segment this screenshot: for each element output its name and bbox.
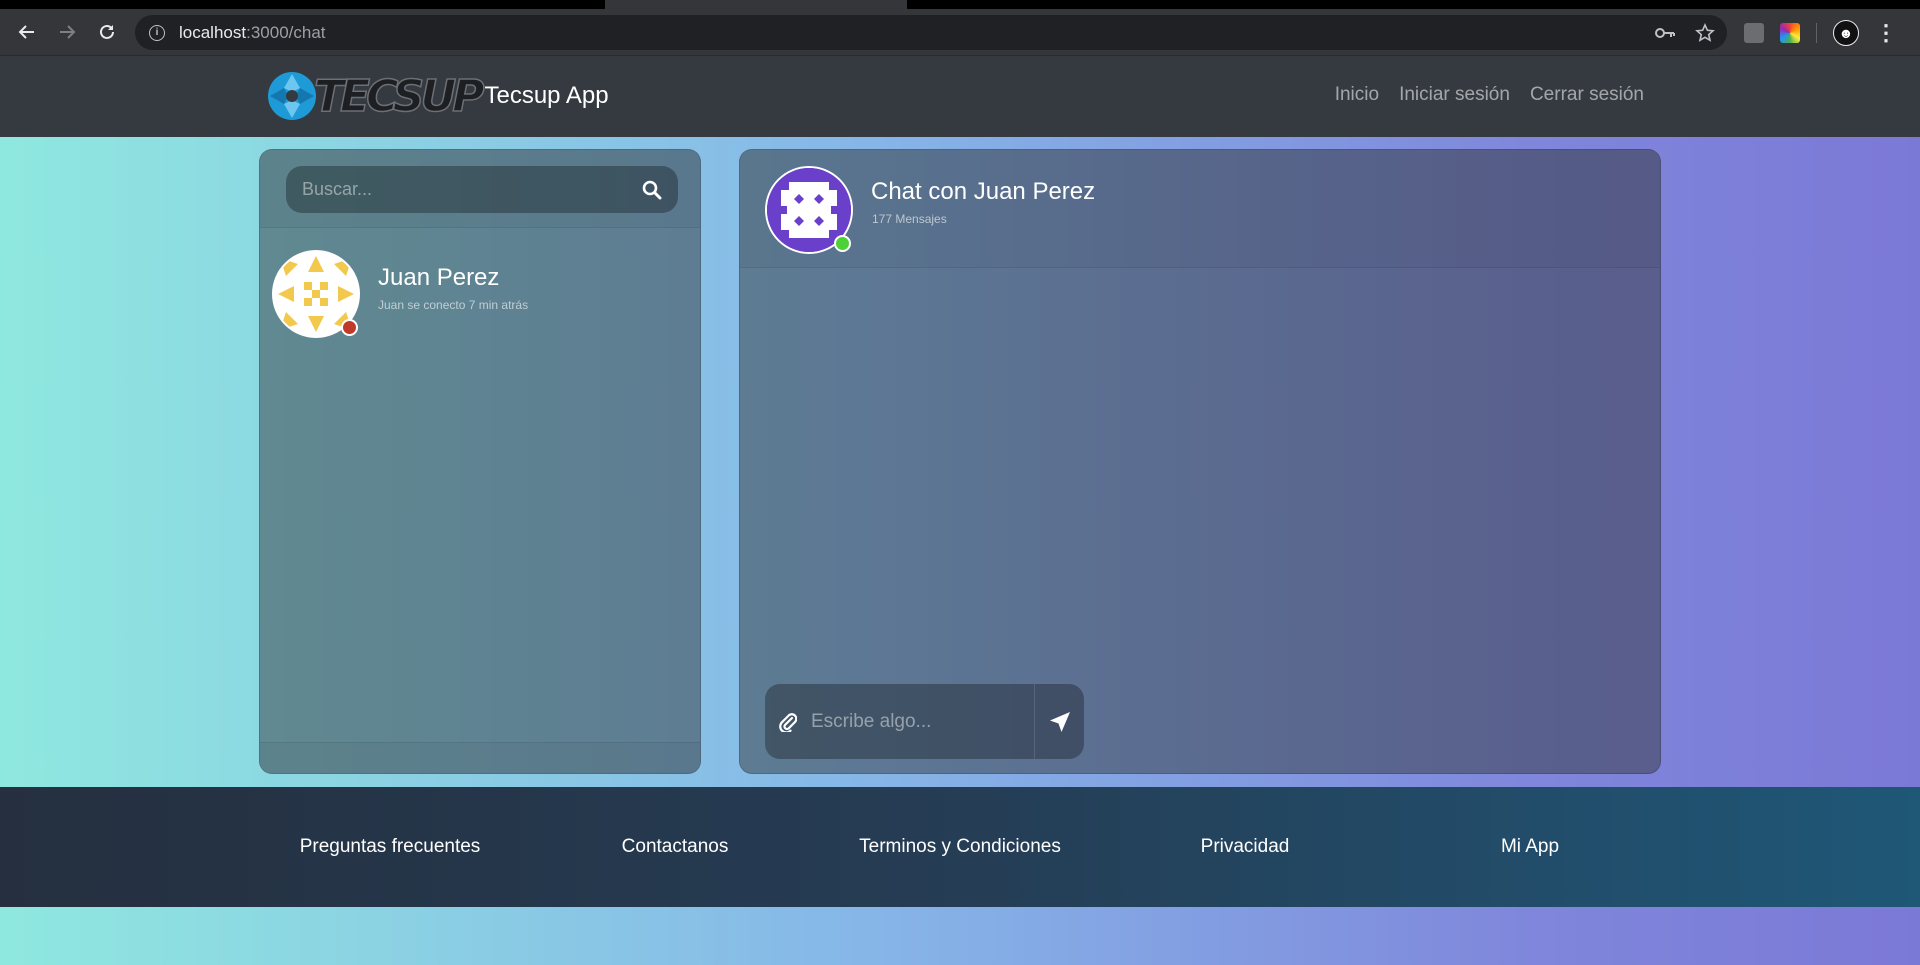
profile-avatar[interactable]: ☻	[1833, 20, 1859, 46]
footer-link-my-app[interactable]: Mi App	[1501, 836, 1559, 858]
offline-status-dot	[341, 319, 358, 336]
arrow-left-icon	[18, 25, 34, 39]
browser-menu-icon[interactable]: ⋮	[1875, 22, 1897, 44]
contact-info: Juan Perez Juan se conecto 7 min atrás	[378, 264, 528, 312]
address-bar[interactable]: i localhost:3000/chat	[135, 15, 1727, 50]
forward-button[interactable]	[52, 17, 82, 47]
online-status-dot	[834, 235, 851, 252]
contacts-panel: Juan Perez Juan se conecto 7 min atrás	[259, 149, 701, 774]
footer-link-contact[interactable]: Contactanos	[622, 836, 729, 858]
footer-link-terms[interactable]: Terminos y Condiciones	[859, 836, 1061, 858]
app-navbar: TECSUP Tecsup App Inicio Iniciar sesión …	[0, 56, 1920, 137]
send-button[interactable]	[1034, 684, 1084, 759]
reload-icon	[100, 24, 114, 39]
tecsup-logo-icon	[268, 72, 316, 120]
paper-plane-icon	[1049, 711, 1070, 732]
message-composer	[765, 684, 1084, 759]
paperclip-icon	[779, 712, 797, 732]
logo-text: TECSUP	[313, 70, 485, 123]
brand[interactable]: TECSUP Tecsup App	[266, 67, 609, 125]
nav-link-cerrar-sesion[interactable]: Cerrar sesión	[1530, 84, 1644, 106]
message-count: 177 Mensajes	[872, 212, 947, 226]
key-icon[interactable]	[1655, 26, 1675, 40]
search-box	[286, 166, 678, 213]
active-tab[interactable]	[605, 0, 907, 9]
chat-panel: Chat con Juan Perez 177 Mensajes	[739, 149, 1661, 774]
browser-toolbar: i localhost:3000/chat ☻ ⋮	[0, 9, 1920, 56]
contact-last-seen: Juan se conecto 7 min atrás	[378, 298, 529, 312]
contact-item[interactable]: Juan Perez Juan se conecto 7 min atrás	[272, 250, 688, 340]
arrow-right-icon	[60, 25, 76, 39]
chat-header: Chat con Juan Perez 177 Mensajes	[740, 150, 1660, 268]
nav-link-inicio[interactable]: Inicio	[1335, 84, 1379, 106]
info-icon[interactable]: i	[149, 24, 165, 41]
chat-avatar-wrap	[765, 166, 853, 254]
back-button[interactable]	[12, 17, 42, 47]
attach-button[interactable]	[765, 684, 811, 759]
message-input[interactable]	[811, 710, 1031, 733]
url-host: localhost	[179, 22, 247, 42]
contact-name: Juan Perez	[378, 264, 500, 291]
extension-area: ☻ ⋮	[1744, 18, 1897, 48]
color-extension-icon[interactable]	[1780, 23, 1800, 43]
chat-title: Chat con Juan Perez	[871, 178, 1096, 205]
contacts-footer	[260, 742, 700, 773]
star-icon[interactable]	[1695, 22, 1715, 43]
contact-avatar-wrap	[272, 250, 360, 338]
toolbar-divider	[1816, 23, 1817, 43]
search-button[interactable]	[632, 170, 672, 210]
url-path: :3000/chat	[246, 22, 326, 42]
footer-links: Preguntas frecuentes Contactanos Termino…	[0, 787, 1920, 907]
footer-link-privacy[interactable]: Privacidad	[1201, 836, 1290, 858]
extension-icon[interactable]	[1744, 23, 1764, 43]
page-footer: Preguntas frecuentes Contactanos Termino…	[0, 787, 1920, 907]
search-input[interactable]	[286, 179, 632, 200]
footer-link-faq[interactable]: Preguntas frecuentes	[300, 836, 481, 858]
tab-strip	[0, 0, 1920, 9]
brand-name: Tecsup App	[484, 82, 609, 109]
search-icon	[642, 180, 662, 199]
nav-link-iniciar-sesion[interactable]: Iniciar sesión	[1399, 84, 1510, 106]
nav-links: Inicio Iniciar sesión Cerrar sesión	[1335, 84, 1644, 106]
reload-button[interactable]	[92, 17, 122, 47]
url-text[interactable]: localhost:3000/chat	[179, 23, 326, 43]
